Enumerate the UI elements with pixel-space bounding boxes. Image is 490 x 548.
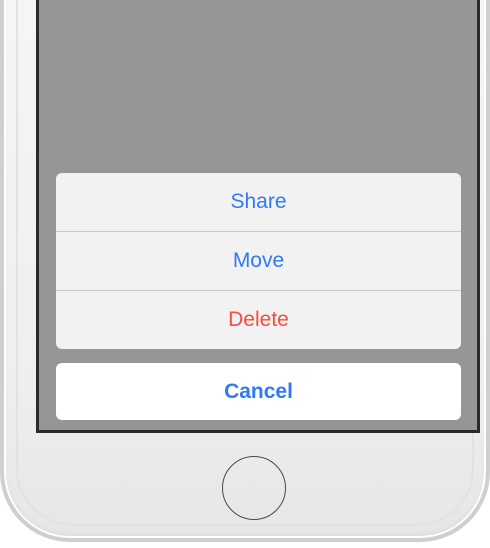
home-button-icon[interactable] — [222, 456, 286, 520]
move-button[interactable]: Move — [56, 232, 461, 291]
share-button[interactable]: Share — [56, 173, 461, 232]
action-sheet-group: Share Move Delete — [56, 173, 461, 349]
phone-screen: Share Move Delete Cancel — [36, 0, 480, 433]
delete-button[interactable]: Delete — [56, 291, 461, 349]
cancel-button[interactable]: Cancel — [56, 363, 461, 420]
